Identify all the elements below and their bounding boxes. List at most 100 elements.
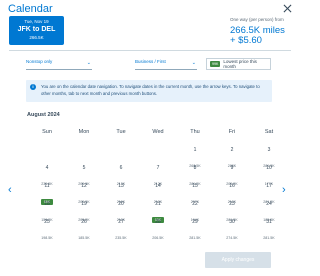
lowest-price-label: Lowest price this month — [223, 59, 257, 69]
calendar-day-cell[interactable]: 30 274.5K — [215, 219, 249, 240]
calendar-day-cell[interactable]: 31 281.5K — [252, 219, 286, 240]
calendar-day-cell[interactable]: 18 150.5K — [30, 201, 64, 222]
day-number: 16 — [229, 183, 235, 189]
calendar-day-cell[interactable]: 25 198.5K — [30, 219, 64, 240]
stops-select-value: Nonstop only — [26, 59, 53, 64]
day-number: 7 — [156, 165, 160, 171]
selected-flight-card[interactable]: Tue, Nov 19 JFK to DEL 266.5K — [9, 16, 64, 45]
lowest-price-legend: 99K Lowest price this month — [206, 58, 271, 70]
calendar-day-cell[interactable]: 21 99K — [141, 201, 175, 223]
calendar-title: Calendar — [8, 3, 53, 15]
calendar-day-cell[interactable]: 13 210K — [104, 183, 138, 204]
day-number: 29 — [192, 219, 198, 225]
lowest-price-badge: 99K — [210, 61, 221, 67]
next-month-button[interactable]: › — [282, 184, 286, 196]
day-price: 235.5K — [115, 236, 127, 240]
fare-label: One way (per person) from — [230, 17, 284, 22]
chevron-down-icon: ⌄ — [86, 60, 91, 66]
weekday-label: Wed — [152, 129, 164, 135]
calendar-day-cell[interactable]: 2 288K — [215, 147, 249, 168]
day-number: 12 — [81, 183, 87, 189]
chevron-down-icon: ⌄ — [191, 60, 196, 66]
month-label: August 2024 — [27, 112, 60, 118]
day-number: 26 — [81, 219, 87, 225]
day-number: 31 — [266, 219, 272, 225]
calendar-day-cell[interactable]: 8 281.5K — [178, 165, 212, 186]
cabin-select-value: Business / First — [135, 59, 166, 64]
day-number: 21 — [155, 201, 161, 207]
day-number: 2 — [230, 147, 234, 153]
calendar-day-cell[interactable]: 5 205.5K — [67, 165, 101, 186]
calendar-day-cell[interactable]: 16 212K — [215, 183, 249, 204]
day-number: 25 — [44, 219, 50, 225]
day-number: 11 — [44, 183, 50, 189]
calendar-day-cell[interactable]: 9 205.5K — [215, 165, 249, 186]
calendar-day-cell[interactable]: 10 177K — [252, 165, 286, 186]
weekday-label: Tue — [116, 129, 126, 135]
day-number: 15 — [192, 183, 198, 189]
day-price: 281.5K — [189, 236, 201, 240]
calendar-day-cell[interactable]: 11 99K — [30, 183, 64, 205]
calendar-day-cell[interactable]: 24 185.5K — [252, 201, 286, 222]
calendar-day-cell[interactable]: 6 212K — [104, 165, 138, 186]
calendar-day-cell[interactable]: 4 235.5K — [30, 165, 64, 186]
calendar-day-cell[interactable]: 26 185.5K — [67, 219, 101, 240]
calendar-day-cell[interactable]: 19 205.5K — [67, 201, 101, 222]
day-price: 206.5K — [152, 236, 164, 240]
day-number: 3 — [267, 147, 271, 153]
day-number: 18 — [44, 201, 50, 207]
calendar-day-cell[interactable]: 23 281.5K — [215, 201, 249, 222]
day-price: 198.5K — [41, 236, 53, 240]
day-number: 13 — [118, 183, 124, 189]
day-number: 20 — [118, 201, 124, 207]
day-number: 30 — [229, 219, 235, 225]
day-number: 1 — [193, 147, 197, 153]
calendar-day-cell[interactable]: 14 212K — [141, 183, 175, 204]
day-number: 9 — [230, 165, 234, 171]
apply-changes-button[interactable]: Apply changes — [205, 252, 271, 268]
calendar-day-cell[interactable]: 1 268.5K — [178, 147, 212, 168]
calendar-day-cell[interactable]: 3 281.5K — [252, 147, 286, 168]
day-number: 6 — [119, 165, 123, 171]
weekday-label: Sun — [42, 129, 52, 135]
fare-fee: + $5.60 — [230, 35, 262, 46]
day-number: 4 — [45, 165, 49, 171]
flight-route: JFK to DEL — [17, 26, 56, 33]
day-number: 17 — [266, 183, 272, 189]
weekday-label: Mon — [78, 129, 90, 135]
flight-date: Tue, Nov 19 — [24, 19, 49, 24]
day-price: 185.5K — [78, 236, 90, 240]
flight-price: 266.5K — [29, 35, 44, 40]
day-price: 281.5K — [263, 236, 275, 240]
divider — [9, 50, 291, 51]
calendar-day-cell[interactable]: 22 164K — [178, 201, 212, 222]
calendar-day-cell[interactable]: 12 205.5K — [67, 183, 101, 204]
calendar-day-cell[interactable]: 27 235.5K — [104, 219, 138, 240]
calendar-day-cell[interactable]: 20 212K — [104, 201, 138, 222]
calendar-day-cell[interactable]: 17 281.5K — [252, 183, 286, 204]
weekday-label: Sat — [264, 129, 274, 135]
day-number: 28 — [155, 219, 161, 225]
close-icon[interactable] — [283, 4, 292, 13]
previous-month-button[interactable]: ‹ — [8, 184, 12, 196]
info-banner: i You are on the calendar date navigatio… — [26, 80, 272, 102]
calendar-day-cell[interactable]: 28 206.5K — [141, 219, 175, 240]
day-number: 27 — [118, 219, 124, 225]
day-number: 23 — [229, 201, 235, 207]
info-message: You are on the calendar date navigation.… — [41, 84, 260, 96]
weekday-label: Thu — [190, 129, 200, 135]
cabin-select[interactable]: Business / First ⌄ — [135, 59, 197, 70]
calendar-day-cell[interactable]: 29 281.5K — [178, 219, 212, 240]
day-number: 19 — [81, 201, 87, 207]
info-icon: i — [30, 84, 36, 90]
day-number: 14 — [155, 183, 161, 189]
day-price: 274.5K — [226, 236, 238, 240]
day-number: 5 — [82, 165, 86, 171]
weekday-label: Fri — [228, 129, 236, 135]
day-number: 24 — [266, 201, 272, 207]
stops-select[interactable]: Nonstop only ⌄ — [26, 59, 92, 70]
calendar-day-cell[interactable]: 7 212K — [141, 165, 175, 186]
day-number: 22 — [192, 201, 198, 207]
day-number: 10 — [266, 165, 272, 171]
calendar-day-cell[interactable]: 15 207K — [178, 183, 212, 204]
